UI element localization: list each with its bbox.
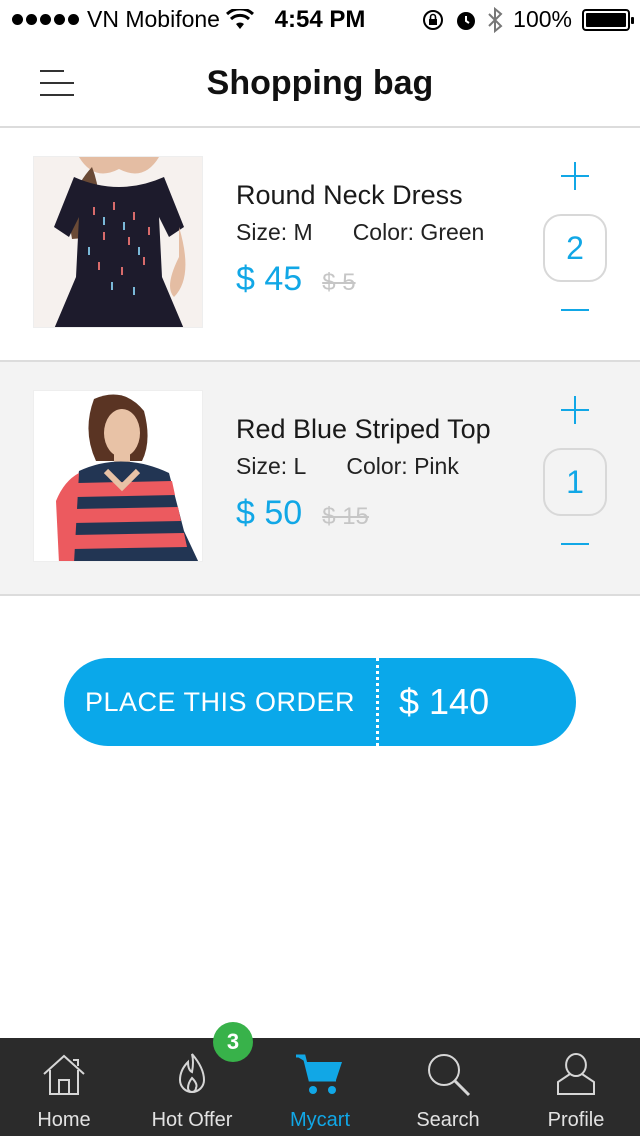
price-row: $ 45 $ 5 [236, 260, 484, 299]
page-title: Shopping bag [206, 64, 434, 102]
tab-label: Home [37, 1109, 91, 1131]
tab-search[interactable]: Search [384, 1038, 512, 1136]
alarm-icon [457, 11, 476, 30]
item-size: Size: L [236, 453, 307, 479]
item-old-price: $ 15 [322, 503, 369, 530]
tab-label: Profile [547, 1109, 605, 1131]
item-color: Color: Pink [346, 453, 459, 479]
plus-icon[interactable] [561, 396, 589, 424]
tab-profile[interactable]: Profile [512, 1038, 640, 1136]
cart-item: Red Blue Striped Top Size: L Color: Pink… [0, 362, 640, 596]
cart-count-badge: 3 [213, 1022, 253, 1062]
profile-icon [557, 1052, 595, 1095]
battery-icon [582, 8, 634, 31]
rotation-lock-icon [423, 9, 444, 30]
home-icon [43, 1054, 85, 1095]
item-info: Round Neck Dress Size: M Color: Green $ … [236, 180, 484, 299]
status-bar: VN Mobifone 4:54 PM 100% [0, 0, 640, 40]
bluetooth-icon [488, 6, 503, 33]
cart-icon [296, 1054, 342, 1094]
search-icon [428, 1054, 471, 1097]
quantity-value[interactable]: 2 [543, 214, 607, 282]
item-price: $ 50 [236, 494, 303, 532]
product-image[interactable] [33, 390, 203, 562]
tab-label: Hot Offer [151, 1109, 233, 1131]
striped-top-photo [34, 391, 202, 561]
tab-mycart[interactable]: Mycart [256, 1038, 384, 1136]
tab-bar: Home Hot Offer Mycart Search Profile 3 [0, 1022, 640, 1136]
flame-icon [178, 1053, 206, 1093]
item-name[interactable]: Red Blue Striped Top [236, 414, 491, 445]
item-name[interactable]: Round Neck Dress [236, 180, 484, 211]
tab-label: Mycart [290, 1109, 350, 1131]
item-old-price: $ 5 [322, 269, 356, 296]
plus-icon[interactable] [561, 162, 589, 190]
tab-home[interactable]: Home [0, 1038, 128, 1136]
battery-percent: 100% [513, 6, 572, 32]
tab-label: Search [416, 1109, 480, 1131]
item-info: Red Blue Striped Top Size: L Color: Pink… [236, 414, 491, 533]
header: Shopping bag [0, 40, 640, 128]
item-meta: Size: M Color: Green [236, 219, 484, 246]
place-order-label: PLACE THIS ORDER [84, 686, 356, 717]
price-row: $ 50 $ 15 [236, 494, 491, 533]
item-size: Size: M [236, 219, 313, 245]
item-meta: Size: L Color: Pink [236, 453, 491, 480]
minus-icon[interactable] [561, 296, 589, 324]
minus-icon[interactable] [561, 530, 589, 558]
cart-item: Round Neck Dress Size: M Color: Green $ … [0, 128, 640, 362]
dress-photo [34, 157, 202, 327]
place-order-button[interactable]: PLACE THIS ORDER $ 140 [64, 658, 576, 746]
order-total: $ 140 [399, 681, 490, 722]
order-divider [376, 658, 379, 746]
quantity-value[interactable]: 1 [543, 448, 607, 516]
item-color: Color: Green [352, 219, 485, 245]
item-price: $ 45 [236, 260, 303, 298]
product-image[interactable] [33, 156, 203, 328]
status-right: 100% [421, 6, 634, 33]
